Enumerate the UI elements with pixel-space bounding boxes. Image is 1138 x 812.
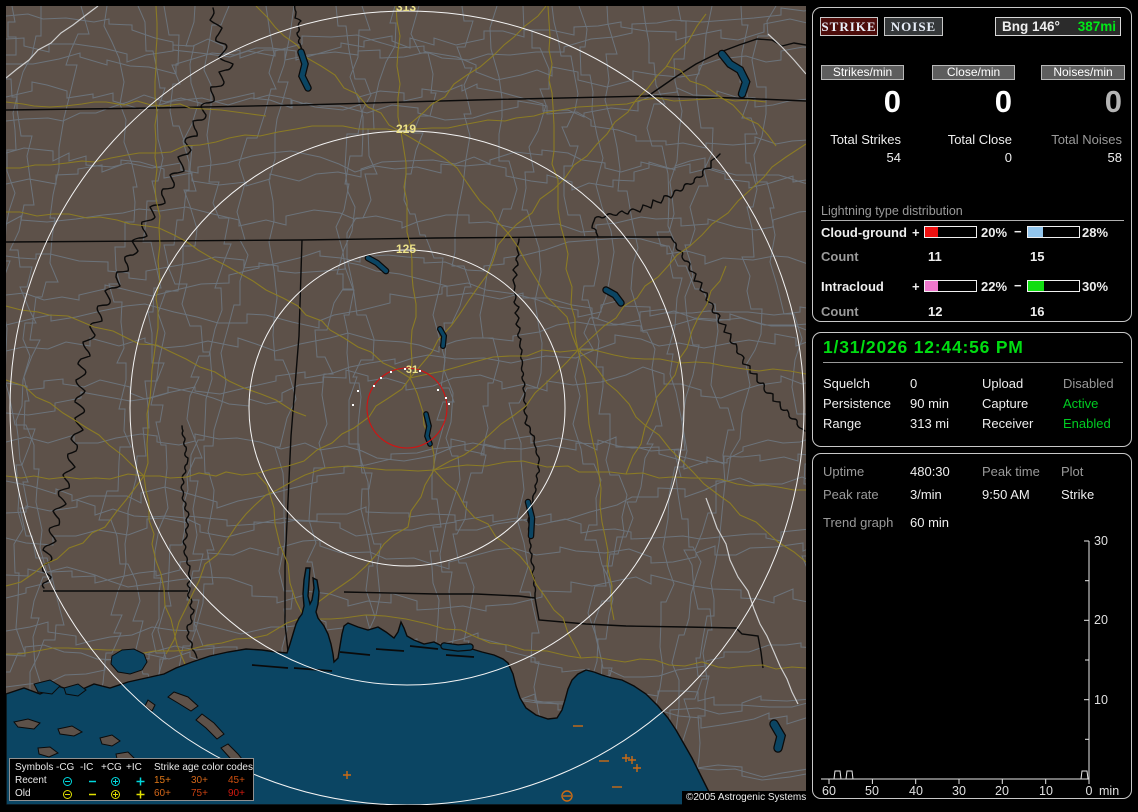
svg-text:20: 20: [995, 784, 1009, 798]
svg-text:219: 219: [396, 122, 416, 136]
svg-text:31: 31: [406, 364, 418, 376]
svg-text:0: 0: [1086, 784, 1093, 798]
svg-text:10: 10: [1094, 693, 1108, 707]
svg-text:20: 20: [1094, 613, 1108, 627]
svg-text:min: min: [1099, 784, 1119, 798]
svg-text:30: 30: [952, 784, 966, 798]
svg-text:50: 50: [865, 784, 879, 798]
svg-text:10: 10: [1039, 784, 1053, 798]
svg-text:30: 30: [1094, 534, 1108, 548]
svg-text:313: 313: [396, 6, 416, 14]
svg-text:40: 40: [909, 784, 923, 798]
svg-text:60: 60: [822, 784, 836, 798]
svg-text:125: 125: [396, 242, 416, 256]
